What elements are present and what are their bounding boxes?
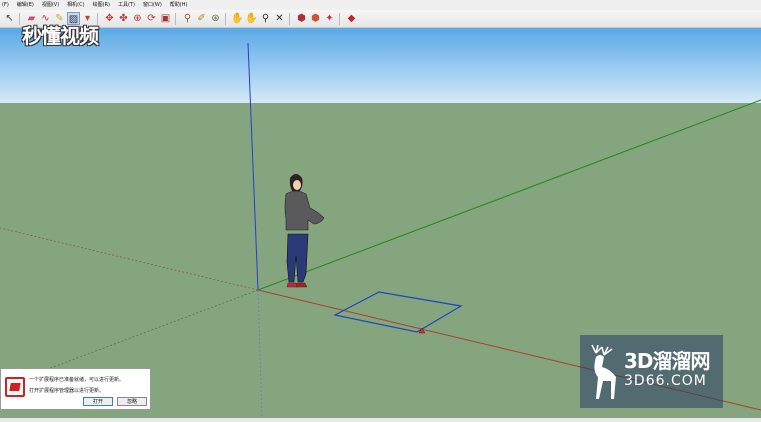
main-toolbar: ↖ ▰ ∿ ✎ ▨ ▾ ✥ ✤ ⊕ ⟳ ▣ ⚲ ✐ ⊛ ✋ ✋ ⚲ ✕ ⬢ ⬢ … bbox=[0, 10, 761, 28]
move-icon[interactable]: ✥ bbox=[103, 12, 116, 25]
zoom-icon[interactable]: ⚲ bbox=[259, 12, 272, 25]
red-axis-dotted bbox=[0, 227, 259, 291]
toolbar-divider bbox=[225, 12, 228, 25]
components-icon[interactable]: ⬢ bbox=[309, 12, 322, 25]
extensions-icon[interactable]: ✦ bbox=[323, 12, 336, 25]
menu-bar: (F) 编辑(E) 视图(V) 相机(C) 绘图(R) 工具(T) 窗口(W) … bbox=[0, 0, 761, 10]
select-icon[interactable]: ↖ bbox=[3, 12, 16, 25]
menu-help[interactable]: 帮助(H) bbox=[170, 0, 188, 10]
sketchup-logo-icon bbox=[5, 377, 25, 397]
toolbar-divider bbox=[289, 12, 292, 25]
green-axis-line bbox=[257, 99, 761, 291]
person-figure bbox=[284, 174, 325, 288]
orbit-icon[interactable]: ✋ bbox=[231, 12, 244, 25]
menu-camera[interactable]: 相机(C) bbox=[67, 0, 84, 10]
open-button[interactable]: 打开 bbox=[83, 397, 113, 406]
menu-window[interactable]: 窗口(W) bbox=[143, 0, 162, 10]
pan-icon[interactable]: ✋ bbox=[245, 12, 258, 25]
warehouse-icon[interactable]: ⬢ bbox=[295, 12, 308, 25]
ruby-icon[interactable]: ◆ bbox=[345, 12, 358, 25]
skip-button[interactable]: 忽略 bbox=[117, 397, 147, 406]
blue-axis-line bbox=[247, 42, 259, 291]
tape-icon[interactable]: ⚲ bbox=[181, 12, 194, 25]
notification-submessage: 打开扩展程序管理器以进行更新。 bbox=[29, 388, 105, 394]
drawn-rectangle bbox=[333, 291, 463, 333]
paint-icon[interactable]: ▣ bbox=[159, 12, 172, 25]
toolbar-divider bbox=[175, 12, 178, 25]
extension-update-notification: 一个扩展程序已准备就绪，可以进行更新。 打开扩展程序管理器以进行更新。 打开 忽… bbox=[0, 368, 151, 410]
watermark-subtitle: 3D66.COM bbox=[624, 373, 707, 389]
green-axis-dotted bbox=[39, 289, 259, 373]
toolbar-divider bbox=[339, 12, 342, 25]
watermark-logo-top: 秒懂视频 bbox=[22, 24, 99, 48]
status-bar bbox=[0, 418, 761, 422]
deer-logo-icon bbox=[591, 344, 616, 399]
offset-icon[interactable]: ⟳ bbox=[145, 12, 158, 25]
rotate-icon[interactable]: ✤ bbox=[117, 12, 130, 25]
text-icon[interactable]: ⊛ bbox=[209, 12, 222, 25]
blue-axis-dotted bbox=[257, 289, 263, 419]
dimension-icon[interactable]: ✐ bbox=[195, 12, 208, 25]
watermark-corner: 3D溜溜网 3D66.COM bbox=[580, 335, 723, 408]
menu-tools[interactable]: 工具(T) bbox=[118, 0, 135, 10]
watermark-title: 3D溜溜网 bbox=[624, 349, 711, 373]
menu-view[interactable]: 视图(V) bbox=[42, 0, 59, 10]
menu-draw[interactable]: 绘图(R) bbox=[93, 0, 110, 10]
zoom-extents-icon[interactable]: ✕ bbox=[273, 12, 286, 25]
menu-edit[interactable]: 编辑(E) bbox=[17, 0, 34, 10]
scale-icon[interactable]: ⊕ bbox=[131, 12, 144, 25]
notification-message: 一个扩展程序已准备就绪，可以进行更新。 bbox=[29, 377, 125, 383]
menu-file[interactable]: (F) bbox=[2, 0, 9, 10]
